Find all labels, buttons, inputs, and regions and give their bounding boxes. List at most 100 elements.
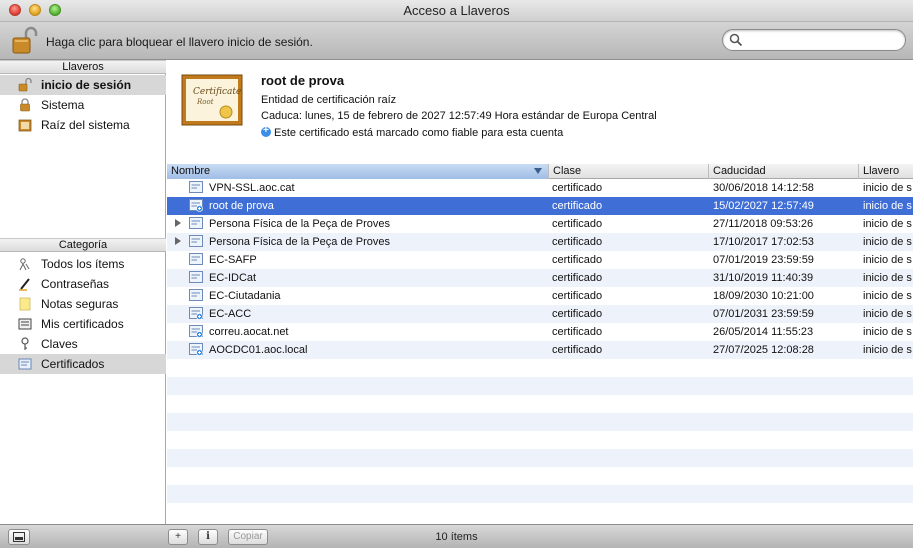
- root-certificate-icon: [189, 343, 203, 356]
- cell-expiry: 07/01/2019 23:59:59: [713, 254, 814, 266]
- trust-text: Este certificado está marcado como fiabl…: [274, 127, 564, 139]
- certificate-icon: [189, 271, 203, 283]
- sidebar-item-todos-los-items[interactable]: Todos los ítems: [0, 254, 166, 274]
- cell-name: VPN-SSL.aoc.cat: [209, 182, 295, 194]
- title-bar: Acceso a Llaveros: [0, 0, 913, 22]
- certificate-icon: [189, 217, 203, 229]
- table-row[interactable]: EC-Ciutadania certificado 18/09/2030 10:21…: [167, 287, 913, 305]
- certificate-expiry: Caduca: lunes, 15 de febrero de 2027 12:…: [261, 110, 657, 122]
- sidebar-item-certificados[interactable]: Certificados: [0, 354, 166, 374]
- cell-class: certificado: [552, 236, 603, 248]
- certificate-large-icon: Certificate Root: [181, 74, 243, 126]
- sidebar-item-mis-certificados[interactable]: Mis certificados: [0, 314, 166, 334]
- sidebar-item-label: Todos los ítems: [41, 257, 125, 271]
- trust-plus-icon: [261, 125, 271, 137]
- sidebar-item-inicio-de-sesion[interactable]: inicio de sesión: [0, 75, 166, 95]
- open-padlock-icon: [18, 78, 32, 92]
- certificate-icon: [189, 289, 203, 301]
- certificate-thumb-subtitle: Root: [196, 98, 214, 106]
- cell-keychain: inicio de s: [863, 200, 912, 212]
- column-header-caducidad[interactable]: Caducidad: [709, 164, 859, 179]
- sidebar-item-label: Raíz del sistema: [41, 118, 130, 132]
- table-row[interactable]: EC-IDCat certificado 31/10/2019 11:40:39 in…: [167, 269, 913, 287]
- root-certificate-icon: [189, 199, 203, 212]
- cell-expiry: 15/02/2027 12:57:49: [713, 200, 814, 212]
- table-row[interactable]: Persona Física de la Peça de Proves certi…: [167, 233, 913, 251]
- sidebar-item-notas-seguras[interactable]: Notas seguras: [0, 294, 166, 314]
- cell-class: certificado: [552, 290, 603, 302]
- empty-table-row: [167, 431, 913, 449]
- empty-table-row: [167, 485, 913, 503]
- cell-name: EC-SAFP: [209, 254, 257, 266]
- sidebar-item-label: Sistema: [41, 98, 85, 112]
- cell-keychain: inicio de s: [863, 326, 912, 338]
- empty-table-row: [167, 395, 913, 413]
- cell-class: certificado: [552, 200, 603, 212]
- table-row[interactable]: AOCDC01.aoc.local certificado 27/07/2025 1…: [167, 341, 913, 359]
- table-row[interactable]: Persona Física de la Peça de Proves certi…: [167, 215, 913, 233]
- disclosure-triangle-icon[interactable]: [175, 219, 181, 227]
- empty-table-row: [167, 413, 913, 431]
- cell-expiry: 18/09/2030 10:21:00: [713, 290, 814, 302]
- cell-expiry: 17/10/2017 17:02:53: [713, 236, 814, 248]
- cell-class: certificado: [552, 272, 603, 284]
- table-row[interactable]: correu.aocat.net certificado 26/05/2014 11…: [167, 323, 913, 341]
- sidebar-item-label: Mis certificados: [41, 317, 124, 331]
- certificate-icon: [189, 235, 203, 247]
- cell-keychain: inicio de s: [863, 344, 912, 356]
- certificate-icon: [189, 253, 203, 265]
- empty-table-row: [167, 503, 913, 521]
- column-header-label: Clase: [553, 165, 582, 177]
- cell-expiry: 26/05/2014 11:55:23: [713, 326, 814, 338]
- cell-keychain: inicio de s: [863, 218, 912, 230]
- sidebar-item-claves[interactable]: Claves: [0, 334, 166, 354]
- column-header-label: Llavero: [863, 165, 900, 177]
- sidebar-item-label: Contraseñas: [41, 277, 110, 291]
- column-header-nombre[interactable]: Nombre: [167, 164, 549, 179]
- column-header-llavero[interactable]: Llavero: [859, 164, 913, 179]
- sidebar-item-label: Notas seguras: [41, 297, 119, 311]
- root-certificate-icon: [189, 325, 203, 338]
- key-icon: [21, 337, 29, 350]
- cell-expiry: 27/07/2025 12:08:28: [713, 344, 814, 356]
- table-row[interactable]: EC-SAFP certificado 07/01/2019 23:59:59 ini…: [167, 251, 913, 269]
- sidebar-item-label: Certificados: [41, 357, 105, 371]
- disclosure-triangle-icon[interactable]: [175, 237, 181, 245]
- empty-table-row: [167, 377, 913, 395]
- sidebar-item-label: Claves: [41, 337, 78, 351]
- lock-hint[interactable]: Haga clic para bloquear el llavero inici…: [46, 35, 313, 49]
- open-padlock-icon[interactable]: [10, 26, 40, 56]
- cell-expiry: 30/06/2018 14:12:58: [713, 182, 814, 194]
- certificate-name: root de prova: [261, 73, 345, 88]
- table-row[interactable]: root de prova certificado 15/02/2027 12:57…: [167, 197, 913, 215]
- cell-class: certificado: [552, 344, 603, 356]
- cell-expiry: 07/01/2031 23:59:59: [713, 308, 814, 320]
- cell-name: correu.aocat.net: [209, 326, 289, 338]
- table-row[interactable]: VPN-SSL.aoc.cat certificado 30/06/2018 14:…: [167, 179, 913, 197]
- certificate-detail: Certificate Root root de prova Entidad d…: [167, 60, 913, 164]
- sidebar-item-raiz-del-sistema[interactable]: Raíz del sistema: [0, 115, 166, 135]
- certificate-icon: [189, 181, 203, 193]
- column-header-label: Nombre: [171, 165, 211, 177]
- cell-class: certificado: [552, 326, 603, 338]
- table-row[interactable]: EC-ACC certificado 07/01/2031 23:59:59 inic…: [167, 305, 913, 323]
- cell-keychain: inicio de s: [863, 254, 912, 266]
- certificate-icon: [18, 358, 32, 370]
- cell-name: AOCDC01.aoc.local: [209, 344, 308, 356]
- pencil-icon: [19, 278, 30, 291]
- column-header-clase[interactable]: Clase: [549, 164, 709, 179]
- cell-name: Persona Física de la Peça de Proves: [209, 218, 390, 230]
- cell-keychain: inicio de s: [863, 308, 912, 320]
- cell-keychain: inicio de s: [863, 272, 912, 284]
- search-field[interactable]: [722, 29, 906, 51]
- cell-name: EC-Ciutadania: [209, 290, 281, 302]
- certificate-trust-status: Este certificado está marcado como fiabl…: [261, 125, 564, 139]
- cell-class: certificado: [552, 308, 603, 320]
- table-header: Nombre Clase Caducidad Llavero: [167, 164, 913, 179]
- note-icon: [19, 297, 31, 311]
- cell-name: EC-ACC: [209, 308, 252, 320]
- sidebar-item-contrasenas[interactable]: Contraseñas: [0, 274, 166, 294]
- certificate-thumb-title: Certificate: [193, 87, 241, 97]
- sidebar-item-sistema[interactable]: Sistema: [0, 95, 166, 115]
- keychains-header: Llaveros: [0, 60, 166, 74]
